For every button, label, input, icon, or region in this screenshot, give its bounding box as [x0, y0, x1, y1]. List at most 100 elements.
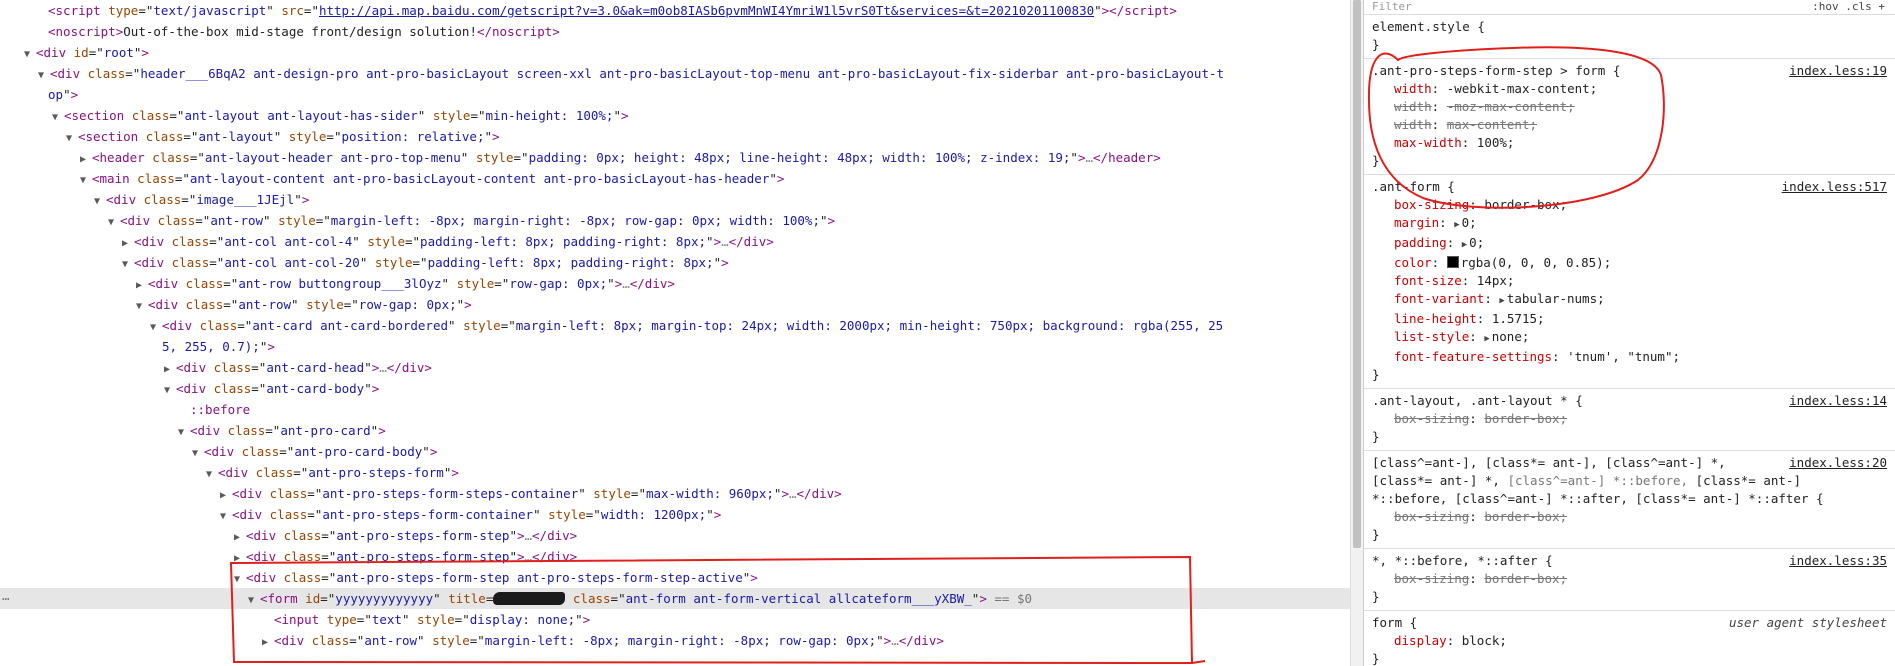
expand-triangle-icon[interactable]: ▼: [220, 506, 232, 527]
expand-triangle-icon[interactable]: ▼: [52, 107, 64, 128]
style-declaration[interactable]: font-variant: ▶ tabular-nums;: [1372, 290, 1887, 310]
expand-shorthand-icon[interactable]: ▶: [1499, 296, 1504, 306]
collapse-triangle-icon[interactable]: ▶: [122, 233, 134, 254]
elements-scrollbar[interactable]: [1350, 0, 1363, 666]
expand-triangle-icon[interactable]: ▼: [248, 590, 260, 611]
dom-node-line[interactable]: <input type="text" style="display: none;…: [0, 609, 1350, 630]
color-swatch-icon[interactable]: [1446, 256, 1459, 268]
expand-triangle-icon[interactable]: ▼: [150, 317, 162, 338]
dom-node-line[interactable]: ▶ <div class="ant-row buttongroup___3lOyz…: [0, 273, 1350, 294]
expand-triangle-icon[interactable]: ▼: [192, 443, 204, 464]
expand-triangle-icon[interactable]: ▼: [80, 170, 92, 191]
style-declaration[interactable]: font-feature-settings: 'tnum', "tnum";: [1372, 348, 1887, 366]
style-declaration[interactable]: box-sizing: border-box;: [1372, 410, 1887, 428]
style-declaration[interactable]: list-style: ▶ none;: [1372, 328, 1887, 348]
style-rule[interactable]: .ant-pro-steps-form-step > form {index.l…: [1364, 59, 1895, 175]
dom-node-line[interactable]: ▼ <div class="ant-pro-steps-form-containe…: [0, 504, 1350, 525]
expand-triangle-icon[interactable]: ▼: [178, 422, 190, 443]
dom-node-line[interactable]: ▼ <main class="ant-layout-content ant-pro…: [0, 168, 1350, 189]
collapse-triangle-icon[interactable]: ▶: [234, 548, 246, 569]
dom-node-line[interactable]: ▼ <div class="ant-col ant-col-20" style="…: [0, 252, 1350, 273]
style-rule[interactable]: form {user agent stylesheet display: bloc…: [1364, 611, 1895, 666]
dom-node-line[interactable]: <noscript>Out-of-the-box mid-stage front…: [0, 21, 1350, 42]
dom-node-line[interactable]: ▶ <div class="ant-pro-steps-form-steps-co…: [0, 483, 1350, 504]
rule-source-link[interactable]: index.less:19: [1789, 62, 1887, 80]
filter-input[interactable]: Filter: [1372, 0, 1412, 13]
expand-triangle-icon[interactable]: ▼: [38, 65, 50, 86]
dom-node-line[interactable]: ▶ <div class="ant-pro-steps-form-step">…<…: [0, 525, 1350, 546]
style-declaration[interactable]: line-height: 1.5715;: [1372, 310, 1887, 328]
expand-triangle-icon[interactable]: ▼: [122, 254, 134, 275]
style-declaration[interactable]: padding: ▶ 0;: [1372, 234, 1887, 254]
dom-node-line[interactable]: ▼ <div class="ant-card ant-card-bordered"…: [0, 315, 1350, 336]
style-declaration[interactable]: box-sizing: border-box;: [1372, 196, 1887, 214]
collapse-triangle-icon[interactable]: ▶: [164, 359, 176, 380]
style-rules-list: element.style {} .ant-pro-steps-form-step…: [1364, 15, 1895, 666]
elements-panel: <script type="text/javascript" src="http…: [0, 0, 1350, 666]
rule-source-link[interactable]: index.less:20: [1789, 454, 1887, 472]
style-declaration[interactable]: box-sizing: border-box;: [1372, 508, 1887, 526]
dom-node-line[interactable]: ▼ <div class="ant-row" style="margin-left…: [0, 210, 1350, 231]
filter-toolbar-icons[interactable]: :hov .cls +: [1812, 0, 1885, 14]
dom-node-line[interactable]: ▼ <div class="ant-row" style="row-gap: 0p…: [0, 294, 1350, 315]
styles-filter-bar[interactable]: Filter :hov .cls +: [1364, 0, 1895, 15]
expand-triangle-icon[interactable]: ▼: [206, 464, 218, 485]
dom-node-line[interactable]: ▼ <div class="header___6BqA2 ant-design-p…: [0, 63, 1350, 84]
style-declaration[interactable]: width: -moz-max-content;: [1372, 98, 1887, 116]
dom-node-line[interactable]: <script type="text/javascript" src="http…: [0, 0, 1350, 21]
dom-node-line[interactable]: ▼ <div class="ant-pro-card-body">: [0, 441, 1350, 462]
expand-triangle-icon[interactable]: ▼: [66, 128, 78, 149]
expand-triangle-icon[interactable]: ▼: [108, 212, 120, 233]
styles-panel: Filter :hov .cls + element.style {} .ant-…: [1363, 0, 1895, 666]
dom-node-line[interactable]: ▼ <div class="ant-card-body">: [0, 378, 1350, 399]
dom-node-line[interactable]: ▼ <div class="image___1JEjl">: [0, 189, 1350, 210]
dom-node-line[interactable]: ▶ <div class="ant-row" style="margin-left…: [0, 630, 1350, 651]
scrollbar-thumb[interactable]: [1353, 0, 1361, 548]
collapse-triangle-icon[interactable]: ▶: [220, 485, 232, 506]
dom-node-line[interactable]: ▶ <div class="ant-col ant-col-4" style="p…: [0, 231, 1350, 252]
dom-node-line[interactable]: ▼ <div class="ant-pro-steps-form">: [0, 462, 1350, 483]
expand-triangle-icon[interactable]: ▼: [234, 569, 246, 590]
node-actions-icon[interactable]: ⋯: [2, 588, 10, 609]
style-rule[interactable]: element.style {}: [1364, 15, 1895, 59]
dom-node-selected[interactable]: ▼ <form id="yyyyyyyyyyyyy" title= class="…: [0, 588, 1350, 609]
style-declaration[interactable]: box-sizing: border-box;: [1372, 570, 1887, 588]
dom-node-line[interactable]: ▼ <section class="ant-layout" style="posi…: [0, 126, 1350, 147]
style-declaration[interactable]: max-width: 100%;: [1372, 134, 1887, 152]
dom-node-line[interactable]: ▶ <div class="ant-pro-steps-form-step">…<…: [0, 546, 1350, 567]
style-rule[interactable]: [class^=ant-], [class*= ant-], [class^=a…: [1364, 451, 1895, 549]
style-declaration[interactable]: display: block;: [1372, 632, 1887, 650]
expand-shorthand-icon[interactable]: ▶: [1462, 240, 1467, 250]
dom-node-line[interactable]: ▶ <div class="ant-card-head">…</div>: [0, 357, 1350, 378]
collapse-triangle-icon[interactable]: ▶: [262, 632, 274, 653]
collapse-triangle-icon[interactable]: ▶: [136, 275, 148, 296]
collapse-triangle-icon[interactable]: ▶: [234, 527, 246, 548]
dom-node-line[interactable]: ▼ <div class="ant-pro-steps-form-step ant…: [0, 567, 1350, 588]
expand-shorthand-icon[interactable]: ▶: [1454, 220, 1459, 230]
collapse-triangle-icon[interactable]: ▶: [80, 149, 92, 170]
rule-source-link[interactable]: index.less:517: [1782, 178, 1887, 196]
style-rule[interactable]: .ant-layout, .ant-layout * {index.less:1…: [1364, 389, 1895, 451]
style-declaration[interactable]: font-size: 14px;: [1372, 272, 1887, 290]
style-rule[interactable]: .ant-form {index.less:517 box-sizing: bor…: [1364, 175, 1895, 389]
expand-triangle-icon[interactable]: ▼: [164, 380, 176, 401]
dom-node-line[interactable]: ::before: [0, 399, 1350, 420]
expand-triangle-icon[interactable]: ▼: [24, 44, 36, 65]
rule-source-link[interactable]: index.less:14: [1789, 392, 1887, 410]
expand-triangle-icon[interactable]: ▼: [136, 296, 148, 317]
dom-node-line[interactable]: ▶ <header class="ant-layout-header ant-pr…: [0, 147, 1350, 168]
dom-node-line[interactable]: ▼ <div class="ant-pro-card">: [0, 420, 1350, 441]
style-rule[interactable]: *, *::before, *::after {index.less:35 box…: [1364, 549, 1895, 611]
dom-node-line[interactable]: ▼ <div id="root">: [0, 42, 1350, 63]
style-declaration[interactable]: width: -webkit-max-content;: [1372, 80, 1887, 98]
style-declaration[interactable]: color: rgba(0, 0, 0, 0.85);: [1372, 254, 1887, 272]
style-declaration[interactable]: width: max-content;: [1372, 116, 1887, 134]
expand-triangle-icon[interactable]: ▼: [94, 191, 106, 212]
expand-shorthand-icon[interactable]: ▶: [1484, 334, 1489, 344]
dom-node-line[interactable]: ▼ <section class="ant-layout ant-layout-h…: [0, 105, 1350, 126]
dom-node-line[interactable]: 5, 255, 0.7);">: [0, 336, 1350, 357]
style-declaration[interactable]: margin: ▶ 0;: [1372, 214, 1887, 234]
dom-node-line[interactable]: op">: [0, 84, 1350, 105]
rule-selector: element.style {: [1372, 19, 1485, 34]
rule-source-link[interactable]: index.less:35: [1789, 552, 1887, 570]
